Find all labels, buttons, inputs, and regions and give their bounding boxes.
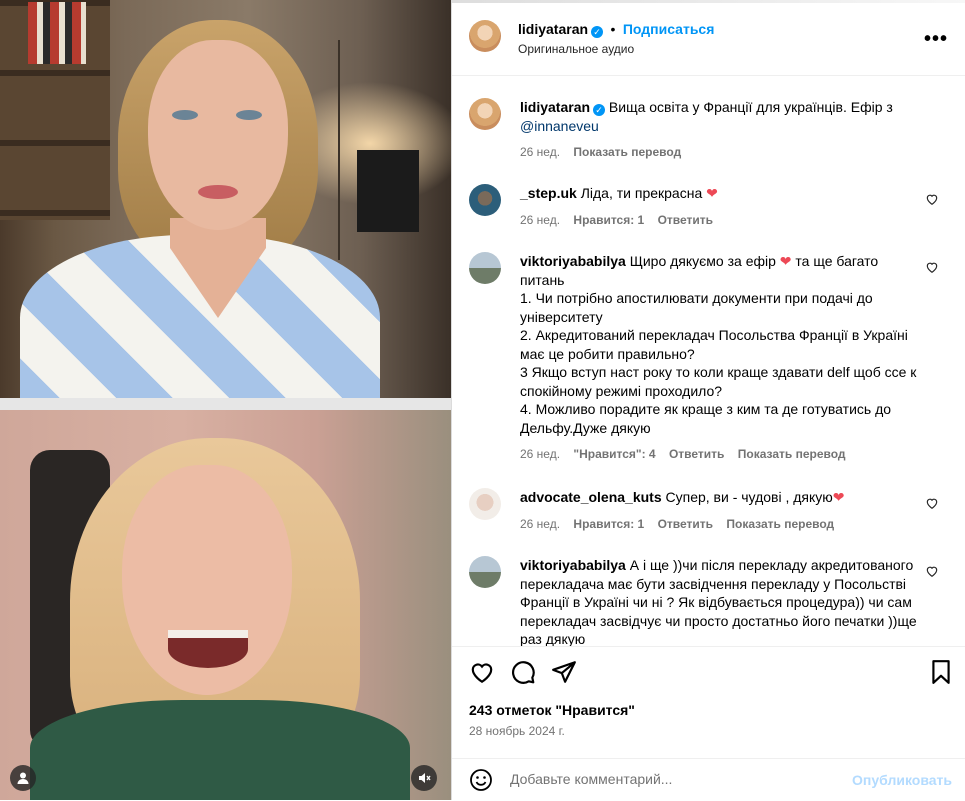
comment-likes[interactable]: "Нравится": 4 [573,447,655,461]
emoji-icon[interactable] [469,768,493,792]
speaker-muted-icon[interactable] [411,765,437,791]
comments-list[interactable]: lidiyataran ✓ Вища освіта у Франції для у… [452,76,965,646]
action-bar [452,646,965,697]
audio-label[interactable]: Оригинальное аудио [518,42,634,56]
guest-shirt [30,700,410,800]
translate-link[interactable]: Показать перевод [726,517,834,531]
comment-line: 4. Можливо порадите як краще з ким та де… [520,401,892,436]
publish-button[interactable]: Опубликовать [852,772,952,788]
comment-username[interactable]: _step.uk [520,185,577,201]
caption-text: Вища освіта у Франції для українців. Ефі… [608,99,893,115]
comment-username[interactable]: viktoriyababilya [520,253,626,269]
comment-likes[interactable]: Нравится: 1 [573,517,644,531]
commenter-avatar[interactable] [469,184,501,216]
video-divider [0,398,451,410]
caption-username[interactable]: lidiyataran [520,99,590,115]
comment-heart-icon[interactable] [925,192,939,206]
author-username[interactable]: lidiyataran [518,21,588,37]
heart-icon[interactable] [469,659,495,685]
comment-icon[interactable] [510,659,536,685]
video-top-frame [0,0,451,398]
caption-mention[interactable]: @innaneveu [520,118,599,134]
heart-emoji-icon: ❤ [706,185,718,201]
likes-count[interactable]: 243 отметок "Нравится" [469,702,635,718]
comment-time[interactable]: 26 нед. [520,213,560,227]
author-avatar[interactable] [469,20,501,52]
comment-text: Щиро дякуємо за ефір [629,253,776,269]
comment-line: 2. Акредитований перекладач Посольства Ф… [520,327,908,362]
video-bottom-frame [0,410,451,800]
comment-username[interactable]: viktoriyababilya [520,557,626,573]
heart-emoji-icon: ❤ [779,253,792,269]
comment-likes[interactable]: Нравится: 1 [573,213,644,227]
comment-username[interactable]: advocate_olena_kuts [520,489,662,505]
comment-line: 3 Якщо вступ наст року то коли краще зда… [520,364,917,399]
post-panel: lidiyataran ✓ • Подписаться Оригинальное … [451,0,965,800]
heart-emoji-icon: ❤ [832,489,845,505]
reply-button[interactable]: Ответить [658,213,713,227]
translate-link[interactable]: Показать перевод [738,447,846,461]
translate-link[interactable]: Показать перевод [573,145,681,159]
comment-input[interactable] [510,771,830,787]
commenter-avatar[interactable] [469,252,501,284]
reply-button[interactable]: Ответить [658,517,713,531]
comment-heart-icon[interactable] [925,496,939,510]
comment-heart-icon[interactable] [925,564,939,578]
comment-heart-icon[interactable] [925,260,939,274]
verified-icon: ✓ [591,26,604,38]
more-options-icon[interactable]: ••• [924,28,948,51]
comment-text: Ліда, ти прекрасна [580,185,703,201]
verified-icon: ✓ [593,104,606,116]
host-face [148,40,288,230]
bookmark-icon[interactable] [928,659,954,685]
commenter-avatar[interactable] [469,488,501,520]
comment-line: 1. Чи потрібно апостилювати документи пр… [520,290,873,325]
comment-time[interactable]: 26 нед. [520,517,560,531]
follow-button[interactable]: Подписаться [623,21,715,37]
post-date[interactable]: 28 ноябрь 2024 г. [469,724,565,738]
send-icon[interactable] [551,659,577,685]
tv-screen [357,150,419,232]
post-header: lidiyataran ✓ • Подписаться Оригинальное … [452,0,965,76]
caption-time[interactable]: 26 нед. [520,145,560,159]
bookshelf [0,0,110,220]
comment-time[interactable]: 26 нед. [520,447,560,461]
video-player[interactable] [0,0,451,800]
user-icon[interactable] [10,765,36,791]
reply-button[interactable]: Ответить [669,447,724,461]
commenter-avatar[interactable] [469,556,501,588]
floor-lamp [338,40,340,260]
caption-avatar[interactable] [469,98,501,130]
comment-text: Супер, ви - чудові , дякую [665,489,833,505]
add-comment-bar: Опубликовать [452,758,965,801]
